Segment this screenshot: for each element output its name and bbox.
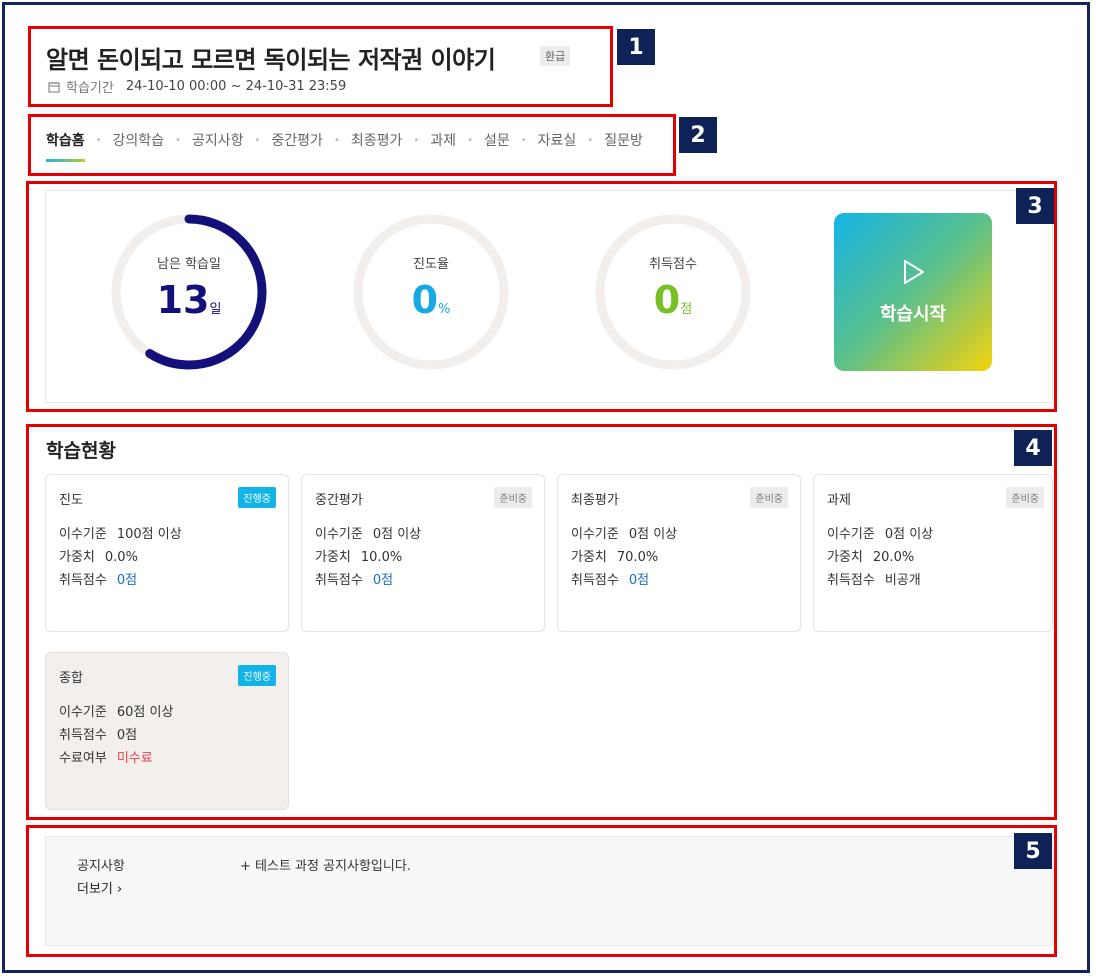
annotation-number-1: 1 [617,29,655,65]
annotation-box-4 [26,424,1057,820]
annotation-box-2 [28,114,676,176]
annotation-box-3 [26,181,1057,412]
annotation-number-5: 5 [1014,833,1052,869]
annotation-number-4: 4 [1014,430,1052,466]
annotation-number-2: 2 [679,117,717,153]
annotation-number-3: 3 [1016,188,1054,224]
annotation-box-5 [26,825,1057,957]
annotation-box-1 [28,26,613,107]
